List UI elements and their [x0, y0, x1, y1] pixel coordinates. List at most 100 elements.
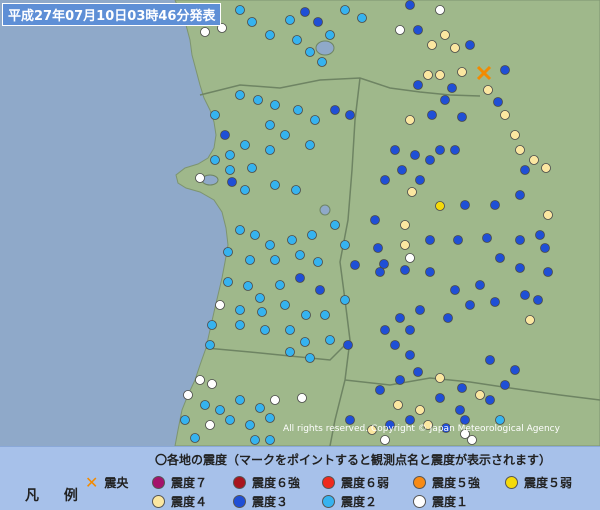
station-marker-i3[interactable] — [345, 110, 355, 120]
station-marker-i3[interactable] — [450, 285, 460, 295]
station-marker-i4[interactable] — [400, 220, 410, 230]
station-marker-i2[interactable] — [250, 435, 260, 445]
station-marker-i3[interactable] — [440, 95, 450, 105]
station-marker-i1[interactable] — [205, 420, 215, 430]
station-marker-i3[interactable] — [415, 305, 425, 315]
station-marker-i2[interactable] — [200, 400, 210, 410]
station-marker-i2[interactable] — [210, 110, 220, 120]
station-marker-i2[interactable] — [265, 240, 275, 250]
station-marker-i3[interactable] — [500, 380, 510, 390]
station-marker-i1[interactable] — [380, 435, 390, 445]
station-marker-i3[interactable] — [227, 177, 237, 187]
station-marker-i3[interactable] — [540, 243, 550, 253]
station-marker-i2[interactable] — [275, 280, 285, 290]
station-marker-i2[interactable] — [305, 353, 315, 363]
station-marker-i4[interactable] — [457, 67, 467, 77]
station-marker-i3[interactable] — [375, 385, 385, 395]
station-marker-i3[interactable] — [350, 260, 360, 270]
station-marker-i4[interactable] — [427, 40, 437, 50]
station-marker-i3[interactable] — [465, 300, 475, 310]
station-marker-i4[interactable] — [475, 390, 485, 400]
station-marker-i4[interactable] — [440, 30, 450, 40]
station-marker-i3[interactable] — [427, 110, 437, 120]
station-marker-i2[interactable] — [287, 235, 297, 245]
station-marker-i1[interactable] — [297, 393, 307, 403]
station-marker-i4[interactable] — [400, 240, 410, 250]
station-marker-i4[interactable] — [500, 110, 510, 120]
station-marker-i2[interactable] — [235, 225, 245, 235]
station-marker-i3[interactable] — [425, 235, 435, 245]
station-marker-i3[interactable] — [485, 395, 495, 405]
station-marker-i2[interactable] — [270, 180, 280, 190]
station-marker-i2[interactable] — [235, 305, 245, 315]
station-marker-i1[interactable] — [183, 390, 193, 400]
station-marker-i1[interactable] — [200, 27, 210, 37]
station-marker-i2[interactable] — [285, 347, 295, 357]
station-marker-i4[interactable] — [450, 43, 460, 53]
station-marker-i2[interactable] — [215, 405, 225, 415]
station-marker-i1[interactable] — [270, 395, 280, 405]
station-marker-i3[interactable] — [543, 267, 553, 277]
station-marker-i3[interactable] — [413, 367, 423, 377]
station-marker-i1[interactable] — [207, 379, 217, 389]
station-marker-i2[interactable] — [247, 163, 257, 173]
station-marker-i3[interactable] — [520, 165, 530, 175]
station-marker-i2[interactable] — [340, 5, 350, 15]
station-marker-i2[interactable] — [265, 413, 275, 423]
station-marker-i2[interactable] — [357, 13, 367, 23]
station-marker-i2[interactable] — [340, 240, 350, 250]
station-marker-i2[interactable] — [245, 420, 255, 430]
station-marker-i3[interactable] — [413, 80, 423, 90]
station-marker-i2[interactable] — [180, 415, 190, 425]
station-marker-i2[interactable] — [280, 300, 290, 310]
station-marker-i2[interactable] — [270, 100, 280, 110]
station-marker-i2[interactable] — [285, 325, 295, 335]
station-marker-i3[interactable] — [395, 375, 405, 385]
station-marker-i2[interactable] — [300, 337, 310, 347]
station-marker-i3[interactable] — [390, 340, 400, 350]
station-marker-i2[interactable] — [291, 185, 301, 195]
station-marker-i2[interactable] — [301, 310, 311, 320]
station-marker-i3[interactable] — [510, 365, 520, 375]
station-marker-i2[interactable] — [225, 415, 235, 425]
station-marker-i3[interactable] — [300, 7, 310, 17]
station-marker-i2[interactable] — [265, 145, 275, 155]
station-marker-i3[interactable] — [380, 325, 390, 335]
station-marker-i5minus[interactable] — [435, 201, 445, 211]
station-marker-i3[interactable] — [395, 313, 405, 323]
station-marker-i3[interactable] — [330, 105, 340, 115]
station-marker-i3[interactable] — [410, 150, 420, 160]
station-marker-i3[interactable] — [457, 383, 467, 393]
station-marker-i3[interactable] — [457, 112, 467, 122]
station-marker-i3[interactable] — [450, 145, 460, 155]
station-marker-i2[interactable] — [265, 30, 275, 40]
station-marker-i2[interactable] — [340, 295, 350, 305]
station-marker-i2[interactable] — [325, 335, 335, 345]
station-marker-i3[interactable] — [313, 17, 323, 27]
station-marker-i2[interactable] — [250, 230, 260, 240]
station-marker-i2[interactable] — [190, 433, 200, 443]
station-marker-i3[interactable] — [443, 313, 453, 323]
station-marker-i3[interactable] — [413, 25, 423, 35]
station-marker-i3[interactable] — [425, 155, 435, 165]
station-marker-i3[interactable] — [482, 233, 492, 243]
station-marker-i2[interactable] — [305, 47, 315, 57]
station-marker-i3[interactable] — [515, 235, 525, 245]
station-marker-i2[interactable] — [235, 90, 245, 100]
station-marker-i3[interactable] — [533, 295, 543, 305]
station-marker-i3[interactable] — [520, 290, 530, 300]
station-marker-i4[interactable] — [510, 130, 520, 140]
station-marker-i3[interactable] — [343, 340, 353, 350]
station-marker-i1[interactable] — [467, 435, 477, 445]
station-marker-i2[interactable] — [265, 120, 275, 130]
station-marker-i4[interactable] — [415, 405, 425, 415]
station-marker-i3[interactable] — [397, 165, 407, 175]
station-marker-i3[interactable] — [490, 200, 500, 210]
station-marker-i3[interactable] — [379, 259, 389, 269]
station-marker-i4[interactable] — [407, 187, 417, 197]
station-marker-i4[interactable] — [435, 70, 445, 80]
station-marker-i3[interactable] — [315, 285, 325, 295]
station-marker-i3[interactable] — [375, 267, 385, 277]
station-marker-i3[interactable] — [490, 297, 500, 307]
station-marker-i3[interactable] — [455, 405, 465, 415]
